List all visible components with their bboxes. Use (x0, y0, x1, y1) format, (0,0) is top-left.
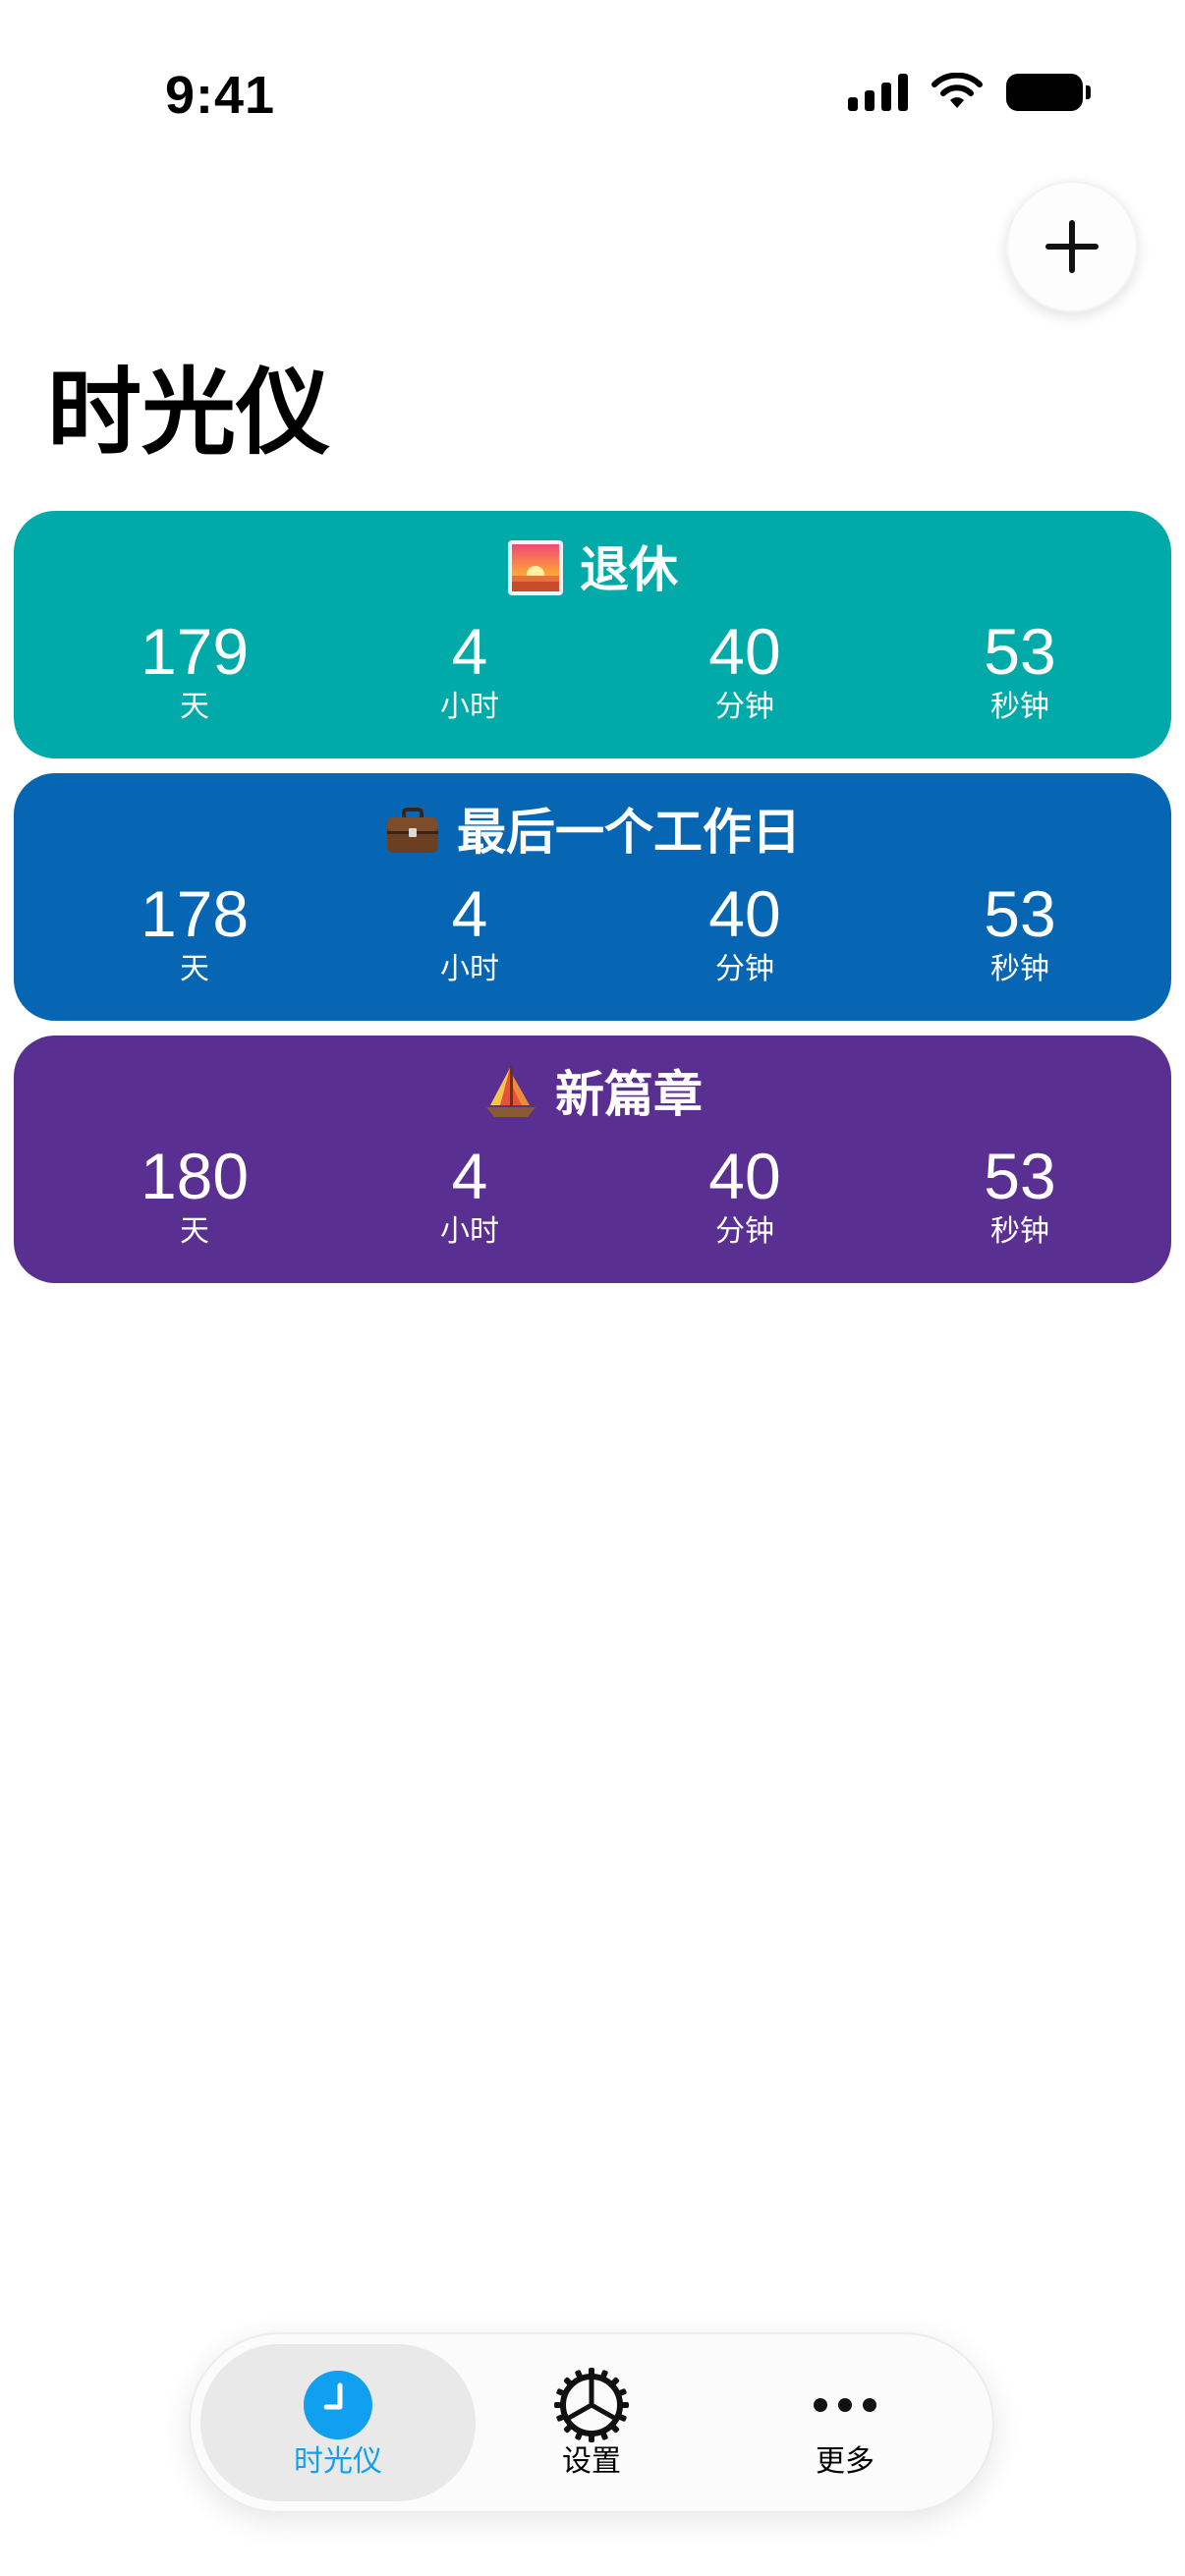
days-value: 178 (140, 877, 250, 950)
briefcase-icon (387, 808, 438, 853)
days-unit: 天 (180, 952, 209, 986)
countdown-card-new-chapter[interactable]: 新篇章 180 天 4 小时 40 分钟 53 秒钟 (14, 1036, 1171, 1283)
days-counter: 179 天 (77, 617, 312, 727)
hours-unit: 小时 (440, 1214, 499, 1249)
sailboat-icon (486, 1066, 536, 1117)
status-icons (848, 73, 1091, 112)
status-time: 9:41 (165, 66, 276, 125)
tab-timer[interactable]: 时光仪 (200, 2344, 476, 2501)
tab-label: 时光仪 (294, 2444, 382, 2479)
card-header: 最后一个工作日 (14, 801, 1171, 864)
minutes-value: 40 (708, 1140, 781, 1212)
seconds-counter: 53 秒钟 (902, 879, 1138, 989)
hours-counter: 4 小时 (352, 879, 588, 989)
seconds-value: 53 (984, 1140, 1056, 1212)
hours-value: 4 (451, 1140, 488, 1212)
seconds-unit: 秒钟 (990, 1214, 1049, 1249)
minutes-counter: 40 分钟 (627, 1142, 863, 1252)
tab-bar: 时光仪 设置 更多 (189, 2332, 994, 2513)
page-title: 时光仪 (47, 358, 330, 468)
tab-label: 更多 (816, 2444, 875, 2479)
card-title: 退休 (580, 541, 678, 598)
sunrise-icon (508, 540, 563, 595)
days-value: 179 (140, 615, 250, 688)
hours-value: 4 (451, 615, 488, 688)
seconds-unit: 秒钟 (990, 952, 1049, 986)
plus-icon (1045, 220, 1099, 273)
seconds-unit: 秒钟 (990, 690, 1049, 724)
countdown-card-retirement[interactable]: 退休 179 天 4 小时 40 分钟 53 秒钟 (14, 511, 1171, 758)
add-button[interactable] (1006, 181, 1138, 312)
seconds-value: 53 (984, 877, 1056, 950)
clock-icon (304, 2371, 372, 2439)
tab-label: 设置 (562, 2444, 621, 2479)
battery-icon (1006, 74, 1091, 111)
card-header: 新篇章 (14, 1063, 1171, 1126)
days-counter: 180 天 (77, 1142, 312, 1252)
countdown-card-last-workday[interactable]: 最后一个工作日 178 天 4 小时 40 分钟 53 秒钟 (14, 773, 1171, 1021)
days-value: 180 (140, 1140, 250, 1212)
hours-counter: 4 小时 (352, 1142, 588, 1252)
gear-icon (554, 2368, 629, 2442)
minutes-unit: 分钟 (715, 690, 774, 724)
minutes-value: 40 (708, 615, 781, 688)
card-title: 最后一个工作日 (457, 804, 801, 861)
more-icon (814, 2398, 876, 2412)
hours-unit: 小时 (440, 690, 499, 724)
hours-value: 4 (451, 877, 488, 950)
seconds-counter: 53 秒钟 (902, 1142, 1138, 1252)
card-title: 新篇章 (555, 1066, 703, 1123)
minutes-unit: 分钟 (715, 1214, 774, 1249)
card-header: 退休 (14, 538, 1171, 601)
tab-more[interactable]: 更多 (707, 2344, 983, 2501)
days-counter: 178 天 (77, 879, 312, 989)
minutes-unit: 分钟 (715, 952, 774, 986)
wifi-icon (931, 73, 983, 108)
seconds-value: 53 (984, 615, 1056, 688)
seconds-counter: 53 秒钟 (902, 617, 1138, 727)
minutes-counter: 40 分钟 (627, 879, 863, 989)
cellular-signal-icon (848, 74, 908, 111)
days-unit: 天 (180, 690, 209, 724)
tab-settings[interactable]: 设置 (454, 2344, 729, 2501)
minutes-counter: 40 分钟 (627, 617, 863, 727)
days-unit: 天 (180, 1214, 209, 1249)
hours-counter: 4 小时 (352, 617, 588, 727)
hours-unit: 小时 (440, 952, 499, 986)
minutes-value: 40 (708, 877, 781, 950)
